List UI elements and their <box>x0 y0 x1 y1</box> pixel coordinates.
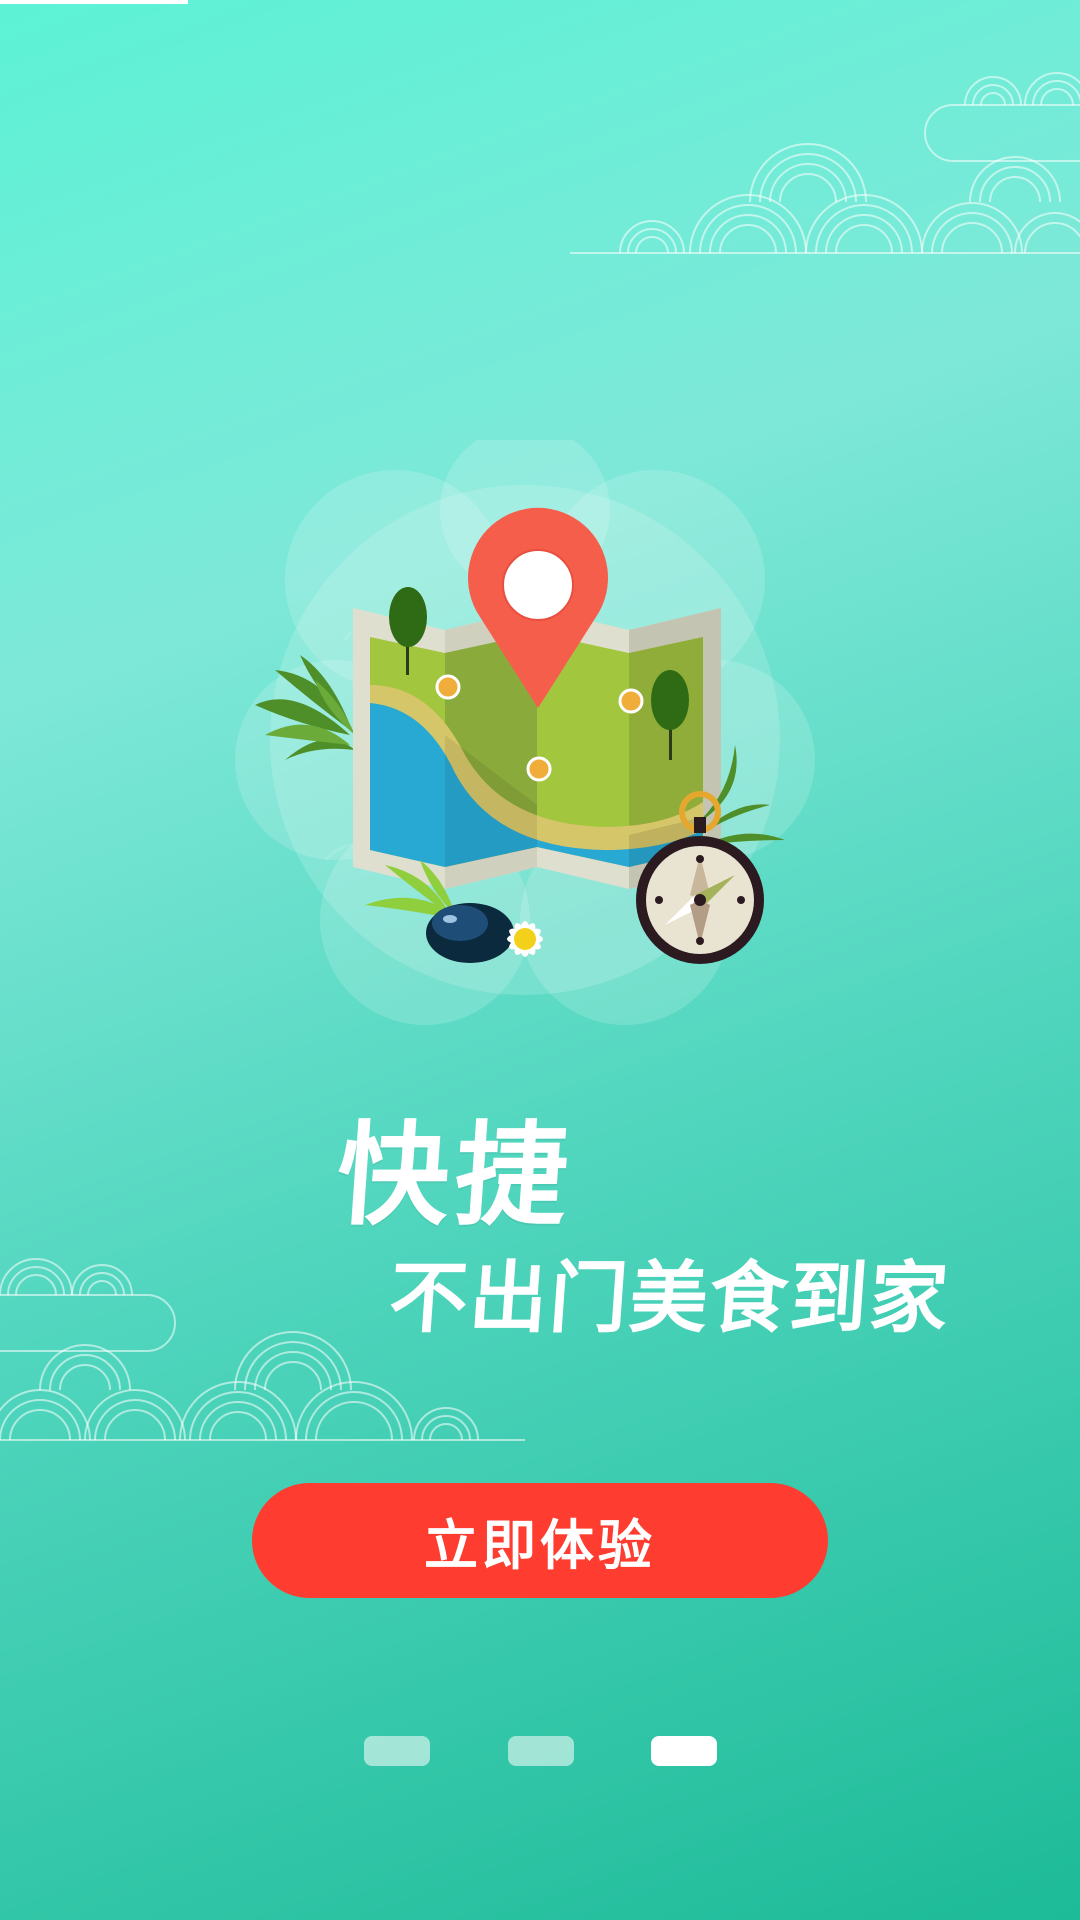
map-with-location-pin-icon <box>255 507 785 964</box>
tagline: 不出门美食到家 <box>386 1254 953 1344</box>
headline: 快捷 <box>332 1111 578 1241</box>
status-bar-indicator <box>0 0 188 4</box>
top-right-cloud-decoration <box>570 72 1080 254</box>
page-dot-1[interactable] <box>364 1736 430 1766</box>
try-now-button[interactable]: 立即体验 <box>252 1483 828 1598</box>
page-dot-3-active[interactable] <box>651 1736 717 1766</box>
page-indicator <box>364 1736 718 1766</box>
page-dot-2[interactable] <box>508 1736 574 1766</box>
onboarding-screen: 快捷 不出门美食到家 立即体验 <box>0 0 1080 1920</box>
